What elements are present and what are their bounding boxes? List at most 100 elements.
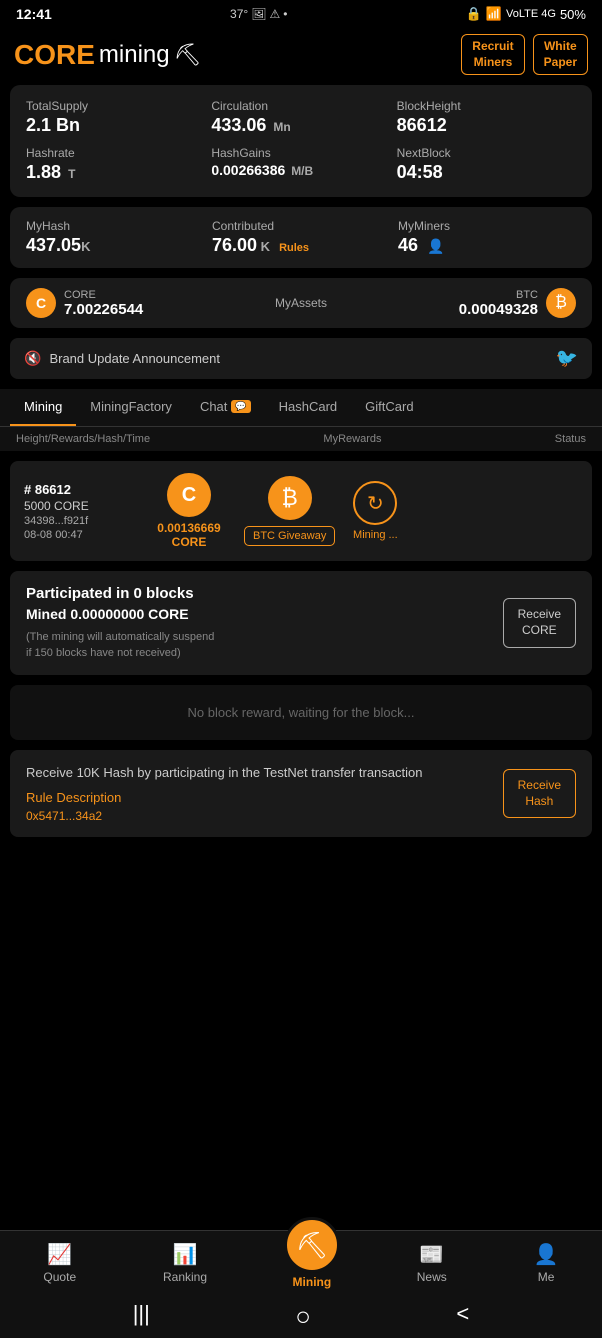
core-asset-label: CORE: [64, 289, 143, 301]
table-col2: MyRewards: [323, 433, 381, 445]
hash-gains-stat: HashGains 0.00266386 M/B: [211, 146, 390, 183]
btc-icon: ₿: [546, 288, 576, 318]
tab-giftcard[interactable]: GiftCard: [351, 389, 427, 426]
logo-icon: ⛏: [174, 42, 202, 68]
dot-indicator: •: [283, 7, 287, 21]
block-time: 08-08 00:47: [24, 529, 134, 541]
app-header: CORE mining ⛏ Recruit Miners White Paper: [0, 26, 602, 85]
testnet-rule-link[interactable]: Rule Description: [26, 790, 503, 805]
speaker-icon: 🔇: [24, 350, 41, 367]
block-hash: 34398...f921f: [24, 515, 134, 527]
core-asset-value: 7.00226544: [64, 301, 143, 318]
announcement-bar: 🔇 Brand Update Announcement 🐦: [10, 338, 592, 379]
white-paper-button[interactable]: White Paper: [533, 34, 588, 75]
nav-mining[interactable]: ⛏ Mining: [284, 1217, 340, 1289]
participated-mined: Mined 0.00000000 CORE: [26, 606, 503, 622]
mining-row: # 86612 5000 CORE 34398...f921f 08-08 00…: [10, 461, 592, 561]
nav-news[interactable]: 📰 News: [407, 1238, 457, 1288]
hash-gains-label: HashGains: [211, 146, 390, 160]
testnet-section: Receive 10K Hash by participating in the…: [10, 750, 592, 837]
alert-icon: ⚠: [269, 7, 280, 21]
contributed-stat: Contributed 76.00 K Rules: [212, 219, 390, 256]
status-bar: 12:41 37° 🖼 ⚠ • 🔒 📶 VoLTE 4G 50%: [0, 0, 602, 26]
lock-icon: 🔒: [466, 6, 482, 22]
receive-core-button[interactable]: Receive CORE: [503, 598, 576, 647]
android-home-btn[interactable]: ○: [295, 1301, 311, 1332]
circulation-label: Circulation: [211, 99, 390, 113]
testnet-title: Receive 10K Hash by participating in the…: [26, 764, 503, 782]
no-reward-section: No block reward, waiting for the block..…: [10, 685, 592, 740]
core-reward-amount: 0.00136669 CORE: [157, 521, 220, 549]
table-col3: Status: [555, 433, 586, 445]
btc-asset-value: 0.00049328: [459, 301, 538, 318]
core-asset: C CORE 7.00226544: [26, 288, 143, 318]
btc-giveaway-section: ₿ BTC Giveaway: [244, 476, 335, 546]
announcement-text: Brand Update Announcement: [49, 351, 220, 366]
nav-ranking-label: Ranking: [163, 1270, 207, 1284]
block-height-label: BlockHeight: [397, 99, 576, 113]
android-recent-btn[interactable]: |||: [133, 1301, 150, 1332]
block-height-stat: BlockHeight 86612: [397, 99, 576, 136]
quote-icon: 📈: [47, 1242, 72, 1267]
logo-mining: mining: [99, 41, 170, 69]
next-block-value: 04:58: [397, 162, 576, 183]
block-number: # 86612: [24, 482, 134, 497]
participated-note: (The mining will automatically suspend i…: [26, 630, 503, 661]
my-hash-stat: MyHash 437.05K: [26, 219, 204, 256]
my-hash-value: 437.05K: [26, 235, 204, 256]
table-col1: Height/Rewards/Hash/Time: [16, 433, 150, 445]
recruit-miners-button[interactable]: Recruit Miners: [461, 34, 524, 75]
nav-ranking[interactable]: 📊 Ranking: [153, 1238, 217, 1288]
android-back-btn[interactable]: <: [456, 1301, 469, 1332]
receive-hash-button[interactable]: Receive Hash: [503, 769, 576, 818]
signal-icon: VoLTE 4G: [506, 8, 556, 20]
news-icon: 📰: [419, 1242, 444, 1267]
btc-asset-label: BTC: [459, 289, 538, 301]
my-miners-label: MyMiners: [398, 219, 576, 233]
btc-asset: BTC 0.00049328 ₿: [459, 288, 576, 318]
nav-quote[interactable]: 📈 Quote: [33, 1238, 86, 1288]
no-reward-text: No block reward, waiting for the block..…: [188, 705, 415, 720]
contributed-label: Contributed: [212, 219, 390, 233]
my-assets-label: MyAssets: [275, 296, 327, 310]
mining-status-section: ↻ Mining ...: [345, 481, 405, 541]
hash-gains-value: 0.00266386 M/B: [211, 162, 390, 178]
core-reward-icon: C: [167, 473, 211, 517]
nav-news-label: News: [417, 1270, 447, 1284]
total-supply-stat: TotalSupply 2.1 Bn: [26, 99, 205, 136]
bottom-navigation: 📈 Quote 📊 Ranking ⛏ Mining 📰 News 👤 Me |…: [0, 1230, 602, 1338]
total-supply-value: 2.1 Bn: [26, 115, 205, 136]
testnet-address[interactable]: 0x5471...34a2: [26, 809, 503, 823]
tab-hashcard[interactable]: HashCard: [265, 389, 352, 426]
mining-status-text: Mining ...: [353, 529, 398, 541]
hashrate-label: Hashrate: [26, 146, 205, 160]
rules-link[interactable]: Rules: [279, 242, 309, 254]
main-tabs: Mining MiningFactory Chat 💬 HashCard Gif…: [0, 389, 602, 427]
twitter-icon[interactable]: 🐦: [556, 348, 578, 369]
status-time: 12:41: [16, 6, 52, 22]
hashrate-value: 1.88 T: [26, 162, 205, 183]
logo-core: CORE: [14, 39, 95, 71]
status-right: 🔒 📶 VoLTE 4G 50%: [466, 6, 586, 22]
block-height-value: 86612: [397, 115, 576, 136]
my-miners-stat: MyMiners 46 👤: [398, 219, 576, 256]
mining-nav-icon: ⛏: [284, 1217, 340, 1273]
contributed-value: 76.00 K Rules: [212, 235, 390, 256]
hashrate-stat: Hashrate 1.88 T: [26, 146, 205, 183]
mining-status-icon: ↻: [353, 481, 397, 525]
tab-mining-factory[interactable]: MiningFactory: [76, 389, 186, 426]
wifi-icon: 📶: [486, 6, 502, 22]
chat-badge: 💬: [231, 400, 250, 413]
total-supply-label: TotalSupply: [26, 99, 205, 113]
nav-me-label: Me: [538, 1270, 555, 1284]
tab-chat[interactable]: Chat 💬: [186, 389, 265, 426]
image-icon: 🖼: [251, 7, 266, 21]
nav-me[interactable]: 👤 Me: [524, 1238, 569, 1288]
block-reward: 5000 CORE: [24, 499, 134, 513]
me-icon: 👤: [534, 1242, 559, 1267]
participated-title: Participated in 0 blocks: [26, 585, 503, 602]
tab-mining[interactable]: Mining: [10, 389, 76, 426]
btc-giveaway-button[interactable]: BTC Giveaway: [244, 526, 335, 546]
my-rewards-core: C 0.00136669 CORE: [144, 473, 234, 549]
circulation-stat: Circulation 433.06 Mn: [211, 99, 390, 136]
